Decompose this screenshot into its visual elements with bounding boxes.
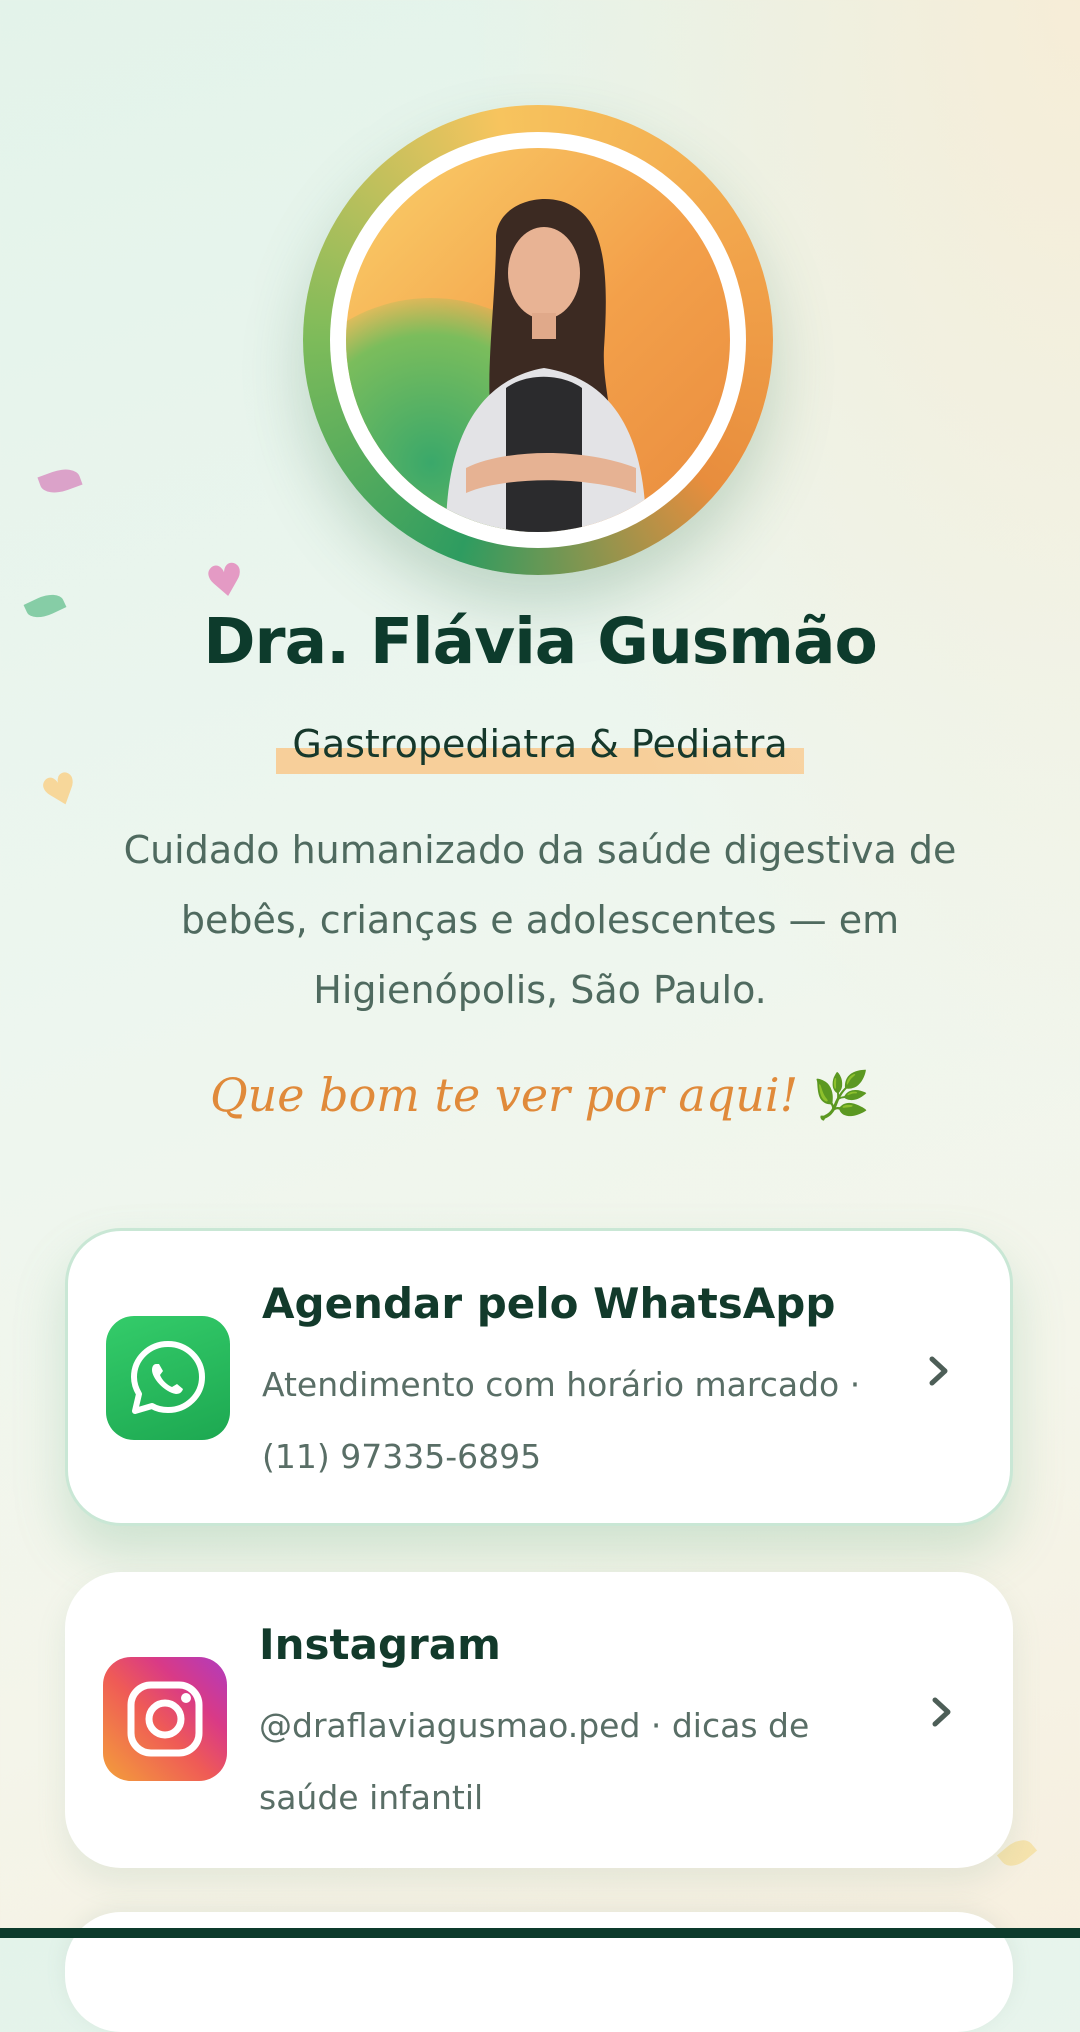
avatar-ring xyxy=(330,132,746,548)
doctor-name: Dra. Flávia Gusmão xyxy=(203,605,878,678)
bottom-bar xyxy=(0,1928,1080,1938)
person-illustration xyxy=(446,199,646,532)
profile-photo xyxy=(346,148,730,532)
decorative-heart-icon: ♥ xyxy=(201,552,250,611)
card-subtitle: Atendimento com horário marcado · (11) 9… xyxy=(262,1365,861,1476)
profile-description: Cuidado humanizado da saúde digestiva de… xyxy=(123,828,957,1012)
specialty-label: Gastropediatra & Pediatra xyxy=(276,722,804,774)
whatsapp-link-card[interactable]: Agendar pelo WhatsApp Atendimento com ho… xyxy=(65,1228,1013,1526)
herb-icon: 🌿 xyxy=(812,1068,871,1122)
card-title: Instagram xyxy=(259,1620,501,1669)
chevron-right-icon xyxy=(929,1356,948,1386)
chevron-right-icon xyxy=(932,1697,951,1727)
whatsapp-icon xyxy=(106,1316,230,1440)
greeting-text: Que bom te ver por aqui! 🌿 xyxy=(0,1068,1080,1123)
greeting-label: Que bom te ver por aqui! xyxy=(209,1068,799,1122)
avatar xyxy=(303,105,773,575)
card-title: Agendar pelo WhatsApp xyxy=(262,1279,836,1328)
card-subtitle: @draflaviagusmao.ped · dicas de saúde in… xyxy=(259,1706,810,1817)
instagram-link-card[interactable]: Instagram @draflaviagusmao.ped · dicas d… xyxy=(65,1572,1013,1868)
instagram-icon xyxy=(103,1657,227,1781)
